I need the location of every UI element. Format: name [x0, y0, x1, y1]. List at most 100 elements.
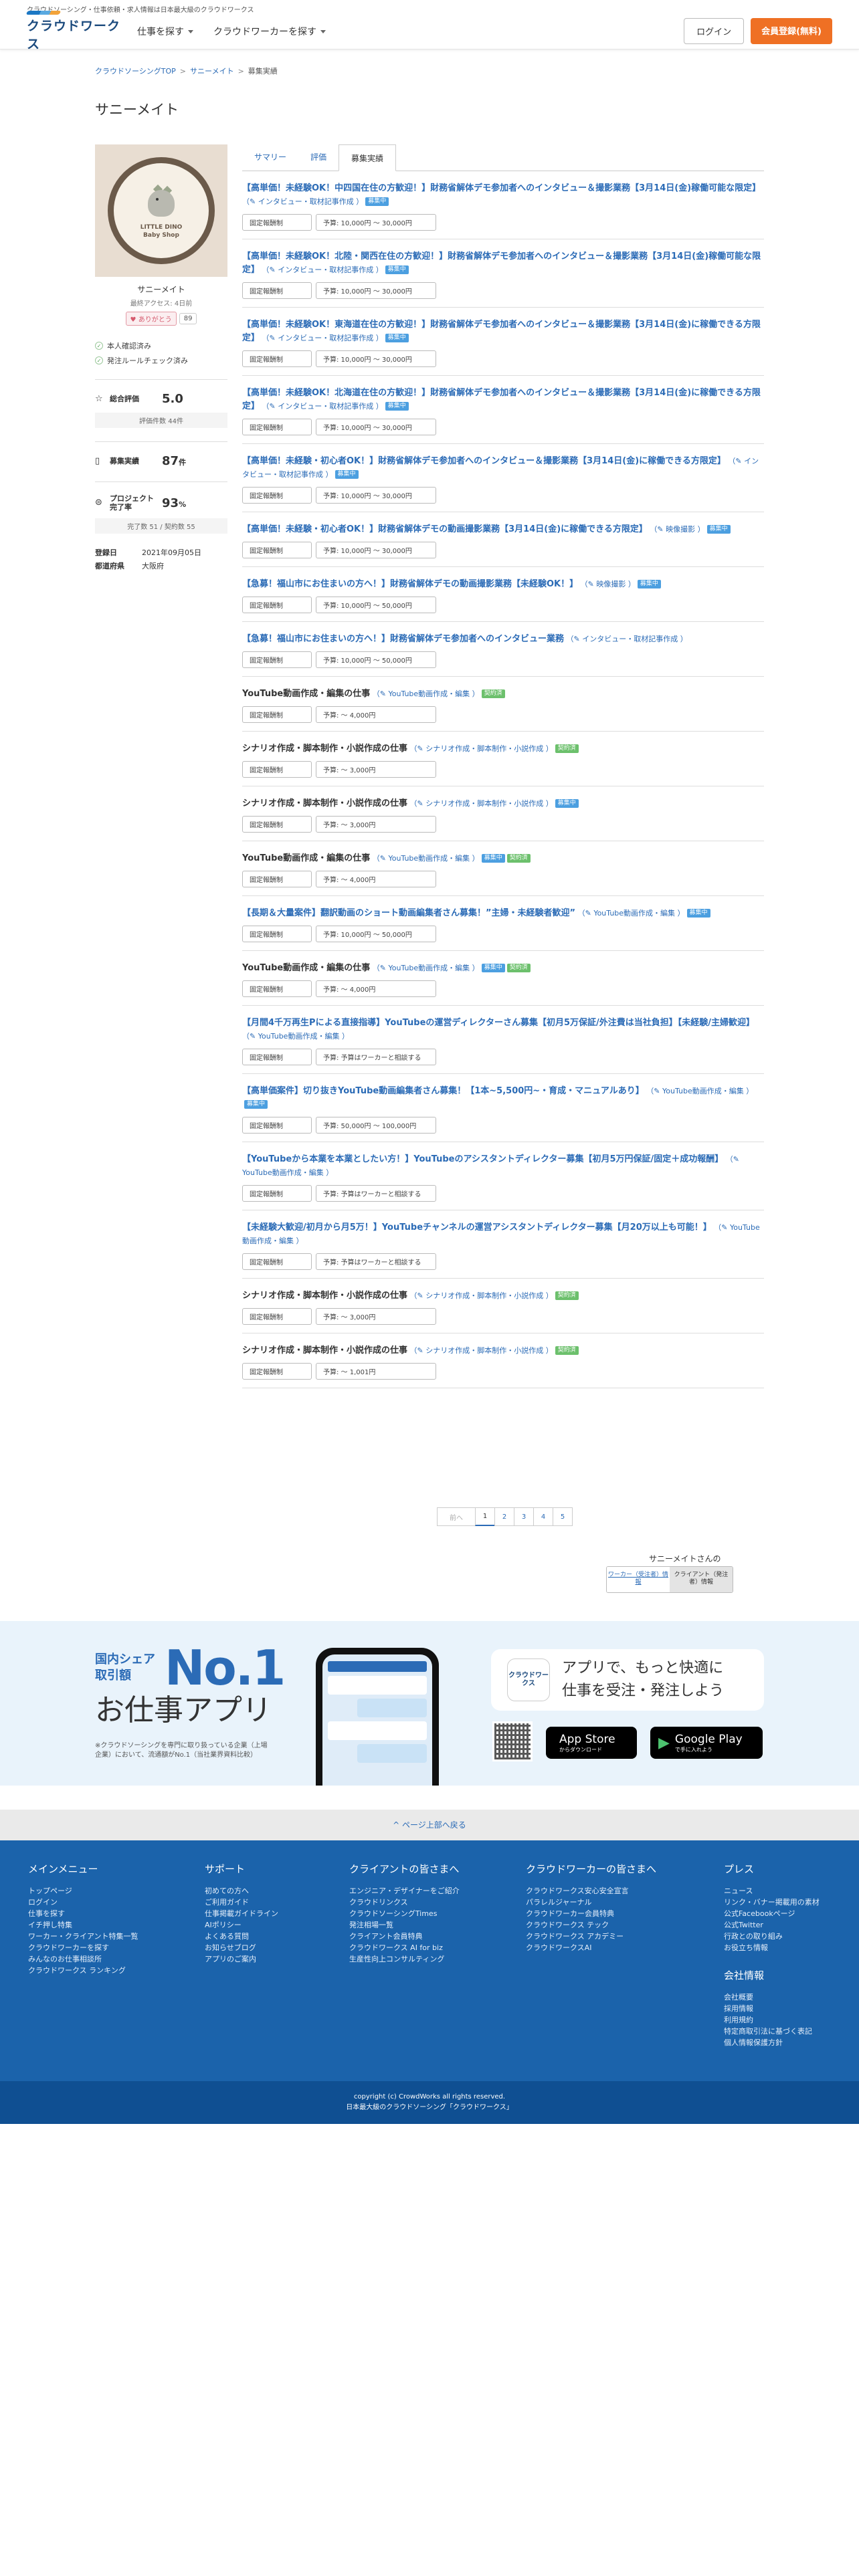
login-button[interactable]: ログイン — [684, 18, 745, 44]
footer-link[interactable]: クラウドワークス アカデミー — [526, 1931, 656, 1942]
footer-link[interactable]: よくある質問 — [205, 1931, 278, 1942]
footer-link[interactable]: クラウドソーシングTimes — [349, 1908, 460, 1919]
job-category-link[interactable]: YouTube動画作成・編集 — [593, 909, 675, 918]
job-title-link[interactable]: 【月間4千万再生Pによる直接指導】YouTubeの運営ディレクターさん募集【初月… — [242, 1018, 755, 1028]
footer-col-client: クライアントの皆さまへ エンジニア・デザイナーをご紹介 クラウドリンクス クラウドソ… — [349, 1863, 460, 1965]
footer-link[interactable]: 生産性向上コンサルティング — [349, 1953, 460, 1965]
footer-link[interactable]: 初めての方へ — [205, 1885, 278, 1897]
job-category-link[interactable]: インタビュー・取材記事作成 — [278, 265, 373, 274]
footer-link[interactable]: 採用情報 — [724, 2003, 820, 2014]
footer-link[interactable]: クラウドリンクス — [349, 1897, 460, 1908]
job-category-link[interactable]: YouTube動画作成・編集 — [388, 964, 470, 972]
rating-count[interactable]: 評価件数 44件 — [95, 413, 227, 428]
footer-link[interactable]: 行政との取り組み — [724, 1931, 820, 1942]
footer-link[interactable]: 特定商取引法に基づく表記 — [724, 2026, 820, 2037]
app-store-button[interactable]: App Store からダウンロード — [546, 1727, 637, 1759]
pagination-page[interactable]: 3 — [514, 1507, 534, 1526]
footer-link[interactable]: イチ押し特集 — [28, 1919, 138, 1931]
job-title-link[interactable]: YouTube動画作成・編集の仕事 — [242, 853, 370, 863]
footer-link[interactable]: ニュース — [724, 1885, 820, 1897]
job-title-link[interactable]: 【高単価！未経験・初心者OK！】財務省解体デモの動画撮影業務【3月14日(金)に… — [242, 524, 648, 534]
job-category-link[interactable]: インタビュー・取材記事作成 — [582, 635, 678, 643]
footer-link[interactable]: クラウドワークス AI for biz — [349, 1942, 460, 1953]
completion-stat: ⊜ プロジェクト完了率 93% 完了数 51 / 契約数 55 — [95, 481, 227, 534]
footer-link[interactable]: クラウドワークス安心安全宣言 — [526, 1885, 656, 1897]
footer-link[interactable]: トップページ — [28, 1885, 138, 1897]
tab-recruitments[interactable]: 募集実績 — [339, 144, 397, 171]
footer-link[interactable]: クラウドワークスAI — [526, 1942, 656, 1953]
pagination-page[interactable]: 2 — [494, 1507, 514, 1526]
job-category-link[interactable]: インタビュー・取材記事作成 — [278, 402, 373, 411]
job-category-link[interactable]: インタビュー・取材記事作成 — [258, 197, 354, 206]
job-title-link[interactable]: 【急募！福山市にお住まいの方へ！】財務省解体デモの動画撮影業務【未経験OK！】 — [242, 579, 578, 589]
signup-button[interactable]: 会員登録(無料) — [751, 18, 832, 44]
footer-link[interactable]: クラウドワークス テック — [526, 1919, 656, 1931]
footer-link[interactable]: AIポリシー — [205, 1919, 278, 1931]
footer-link[interactable]: クライアント会員特典 — [349, 1931, 460, 1942]
crowdworks-logo[interactable]: クラウドワークス — [25, 10, 124, 52]
breadcrumb-top[interactable]: クラウドソーシングTOP — [95, 67, 176, 76]
job-category-link[interactable]: シナリオ作成・脚本制作・小説作成 — [425, 1291, 543, 1300]
job-category-link[interactable]: 映像撮影 — [596, 580, 626, 588]
main-nav: 仕事を探す クラウドワーカーを探す — [137, 25, 326, 38]
job-category-link[interactable]: 映像撮影 — [666, 525, 695, 534]
back-to-top[interactable]: ^ ページ上部へ戻る — [0, 1810, 859, 1840]
job-title-link[interactable]: YouTube動画作成・編集の仕事 — [242, 963, 370, 973]
job-category-link[interactable]: シナリオ作成・脚本制作・小説作成 — [425, 744, 543, 753]
nav-find-workers[interactable]: クラウドワーカーを探す — [213, 25, 326, 38]
footer-link[interactable]: ご利用ガイド — [205, 1897, 278, 1908]
job-title-link[interactable]: 【未経験大歓迎/初月から月5万！】YouTubeチャンネルの運営アシスタントディ… — [242, 1222, 712, 1232]
job-category-link[interactable]: インタビュー・取材記事作成 — [278, 334, 373, 342]
job-title-link[interactable]: 【YouTubeから本業を本業としたい方！】YouTubeのアシスタントディレク… — [242, 1154, 723, 1164]
footer-link[interactable]: 個人情報保護方針 — [724, 2037, 820, 2048]
job-title-link[interactable]: 【高単価案件】切り抜きYouTube動画編集者さん募集！【1本~5,500円~・… — [242, 1086, 644, 1096]
job-category-link[interactable]: シナリオ作成・脚本制作・小説作成 — [425, 799, 543, 808]
pagination-page[interactable]: 4 — [533, 1507, 553, 1526]
footer-link[interactable]: 公式Facebookページ — [724, 1908, 820, 1919]
job-title-link[interactable]: YouTube動画作成・編集の仕事 — [242, 689, 370, 699]
nav-find-jobs[interactable]: 仕事を探す — [137, 25, 193, 38]
footer-link[interactable]: クラウドワーカーを探す — [28, 1942, 138, 1953]
footer-link[interactable]: お役立ち情報 — [724, 1942, 820, 1953]
job-title-link[interactable]: シナリオ作成・脚本制作・小説作成の仕事 — [242, 798, 407, 809]
job-title-link[interactable]: シナリオ作成・脚本制作・小説作成の仕事 — [242, 1291, 407, 1301]
tab-summary[interactable]: サマリー — [242, 144, 298, 171]
footer-link[interactable]: 仕事掲載ガイドライン — [205, 1908, 278, 1919]
footer-link[interactable]: 仕事を探す — [28, 1908, 138, 1919]
footer-link[interactable]: アプリのご案内 — [205, 1953, 278, 1965]
google-play-button[interactable]: ▶ Google Play で手に入れよう — [650, 1727, 763, 1759]
job-title-link[interactable]: シナリオ作成・脚本制作・小説作成の仕事 — [242, 1346, 407, 1356]
footer-link[interactable]: 公式Twitter — [724, 1919, 820, 1931]
thanks-button[interactable]: ♥ ありがとう — [125, 312, 177, 326]
job-title-link[interactable]: 【長期＆大量案件】翻訳動画のショート動画編集者さん募集！”主婦・未経験者歓迎” — [242, 908, 575, 918]
breadcrumb-user[interactable]: サニーメイト — [190, 67, 234, 76]
footer-link[interactable]: みんなのお仕事相談所 — [28, 1953, 138, 1965]
pagination-page[interactable]: 5 — [553, 1507, 573, 1526]
job-title-link[interactable]: 【高単価！未経験・初心者OK！】財務省解体デモ参加者へのインタビュー＆撮影業務【… — [242, 456, 726, 466]
job-category-link[interactable]: YouTube動画作成・編集 — [662, 1087, 744, 1095]
footer-link[interactable]: 発注相場一覧 — [349, 1919, 460, 1931]
footer-link[interactable]: ワーカー・クライアント特集一覧 — [28, 1931, 138, 1942]
footer-link[interactable]: 利用規約 — [724, 2014, 820, 2026]
job-title-link[interactable]: 【急募！福山市にお住まいの方へ！】財務省解体デモ参加者へのインタビュー業務 — [242, 634, 564, 644]
job-title-link[interactable]: 【高単価！未経験OK！中四国在住の方歓迎！】財務省解体デモ参加者へのインタビュー… — [242, 183, 761, 193]
worker-info-button[interactable]: ワーカー（受注者）情報 — [607, 1567, 670, 1592]
job-category-link[interactable]: YouTube動画作成・編集 — [388, 854, 470, 863]
app-no1: No.1 — [165, 1640, 286, 1696]
footer-link[interactable]: リンク・バナー掲載用の素材 — [724, 1897, 820, 1908]
job-category-link[interactable]: YouTube動画作成・編集 — [258, 1032, 340, 1041]
client-info-button[interactable]: クライアント（発注者）情報 — [670, 1567, 733, 1592]
footer-link[interactable]: ログイン — [28, 1897, 138, 1908]
footer-link[interactable]: クラウドワーカー会員特典 — [526, 1908, 656, 1919]
footer-link[interactable]: エンジニア・デザイナーをご紹介 — [349, 1885, 460, 1897]
job-category-link[interactable]: YouTube動画作成・編集 — [388, 689, 470, 698]
job-category-link[interactable]: シナリオ作成・脚本制作・小説作成 — [425, 1346, 543, 1355]
job-title-link[interactable]: シナリオ作成・脚本制作・小説作成の仕事 — [242, 744, 407, 754]
handshake-icon: ⊜ — [95, 498, 102, 508]
footer-link[interactable]: 会社概要 — [724, 1992, 820, 2003]
footer-link[interactable]: クラウドワークス ランキング — [28, 1965, 138, 1976]
tab-reviews[interactable]: 評価 — [298, 144, 339, 171]
job-category-link[interactable]: YouTube動画作成・編集 — [242, 1168, 324, 1177]
footer-link[interactable]: パラレルジャーナル — [526, 1897, 656, 1908]
footer-link[interactable]: お知らせブログ — [205, 1942, 278, 1953]
